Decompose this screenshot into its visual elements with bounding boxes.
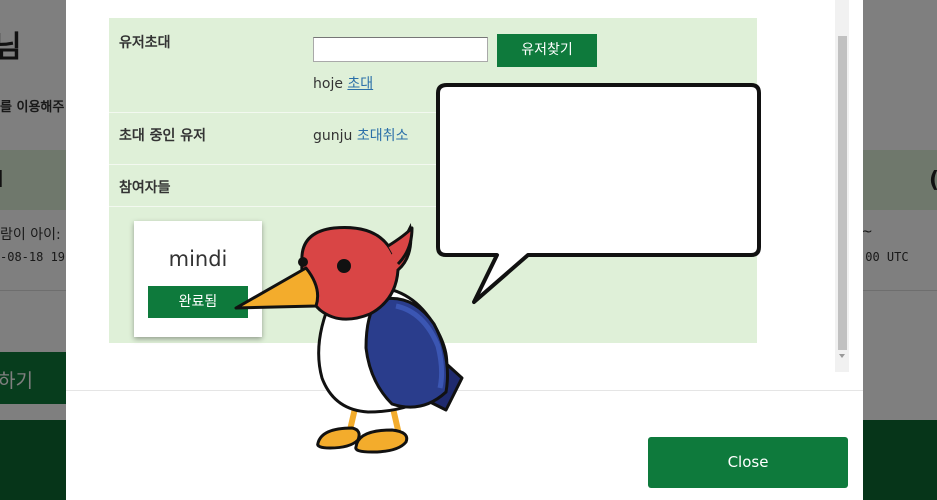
- participant-status-badge: 완료됨: [148, 286, 248, 318]
- invite-label: 유저초대: [119, 35, 171, 51]
- invite-link[interactable]: 초대: [347, 76, 373, 92]
- scrollbar-thumb[interactable]: [838, 36, 847, 350]
- participants-label: 참여자들: [119, 180, 171, 196]
- invite-user-input[interactable]: [313, 37, 488, 62]
- invite-result: hoje 초대: [313, 73, 373, 93]
- cancel-invite-link[interactable]: 초대취소: [357, 128, 409, 144]
- close-button[interactable]: Close: [648, 437, 848, 488]
- pending-invites-label: 초대 중인 유저: [119, 128, 207, 144]
- pending-invite-entry: gunju 초대취소: [313, 125, 408, 145]
- participant-card: mindi 완료됨: [134, 221, 262, 337]
- participant-name: mindi: [168, 247, 228, 271]
- find-user-button[interactable]: 유저찾기: [497, 34, 597, 67]
- invite-result-user: hoje: [313, 76, 343, 92]
- pending-invite-user: gunju: [313, 128, 353, 144]
- scroll-down-arrow-icon[interactable]: [839, 354, 845, 358]
- modal-scrollbar[interactable]: [835, 0, 849, 372]
- modal-footer-divider: [66, 390, 863, 391]
